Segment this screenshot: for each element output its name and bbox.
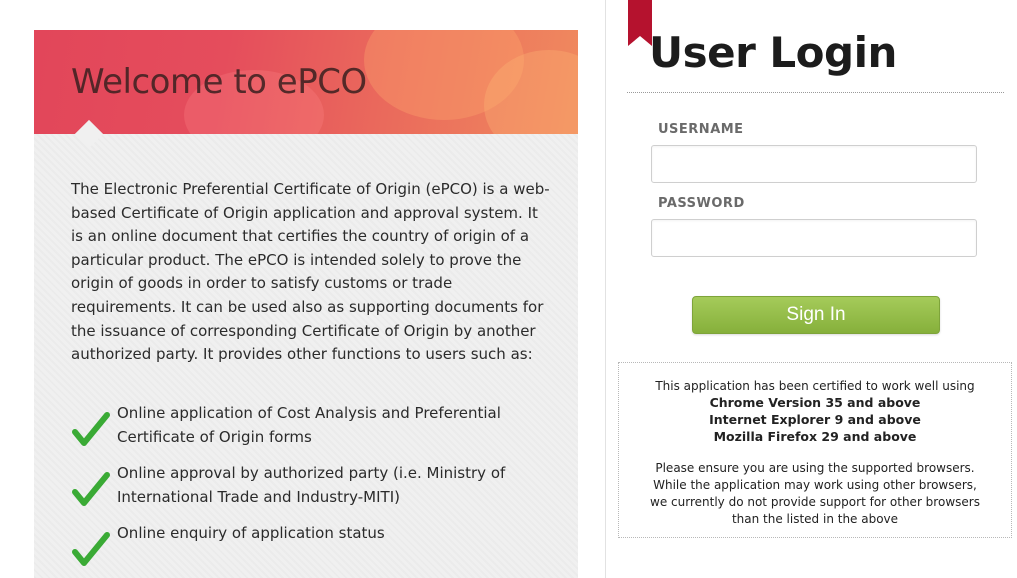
password-input[interactable] <box>651 219 977 257</box>
notice-intro: This application has been certified to w… <box>655 379 975 393</box>
feature-list: Online application of Cost Analysis and … <box>71 402 551 578</box>
supported-browser-list: Chrome Version 35 and above Internet Exp… <box>619 394 1011 445</box>
panel-divider <box>605 0 606 578</box>
check-icon <box>72 412 110 446</box>
feature-item: Online enquiry of application status <box>71 522 551 578</box>
title-divider <box>627 92 1004 93</box>
username-input[interactable] <box>651 145 977 183</box>
support-line: While the application may work using oth… <box>653 478 977 492</box>
welcome-banner: Welcome to ePCO <box>34 30 578 134</box>
feature-text: Online application of Cost Analysis and … <box>117 404 501 446</box>
support-line: we currently do not provide support for … <box>650 495 980 509</box>
feature-text: Online enquiry of application status <box>117 524 385 542</box>
browser-notice: This application has been certified to w… <box>618 362 1012 538</box>
welcome-title: Welcome to ePCO <box>71 62 367 102</box>
password-label: PASSWORD <box>658 196 745 211</box>
username-label: USERNAME <box>658 122 744 137</box>
browser-item-chrome: Chrome Version 35 and above <box>709 395 921 410</box>
login-panel: User Login USERNAME PASSWORD Sign In Thi… <box>605 0 1017 578</box>
welcome-description: The Electronic Preferential Certificate … <box>71 180 550 364</box>
welcome-panel: Welcome to ePCO The Electronic Preferent… <box>34 30 578 578</box>
check-icon <box>72 472 110 506</box>
check-icon <box>72 532 110 566</box>
browser-item-firefox: Mozilla Firefox 29 and above <box>713 429 917 444</box>
support-line: Please ensure you are using the supporte… <box>655 461 975 475</box>
sign-in-button[interactable]: Sign In <box>692 296 940 334</box>
browser-item-ie: Internet Explorer 9 and above <box>709 412 921 427</box>
feature-item: Online approval by authorized party (i.e… <box>71 462 551 522</box>
login-title: User Login <box>649 28 897 77</box>
support-line: than the listed in the above <box>731 512 899 526</box>
feature-item: Online application of Cost Analysis and … <box>71 402 551 462</box>
feature-text: Online approval by authorized party (i.e… <box>117 464 506 506</box>
support-notice: Please ensure you are using the supporte… <box>619 460 1011 528</box>
